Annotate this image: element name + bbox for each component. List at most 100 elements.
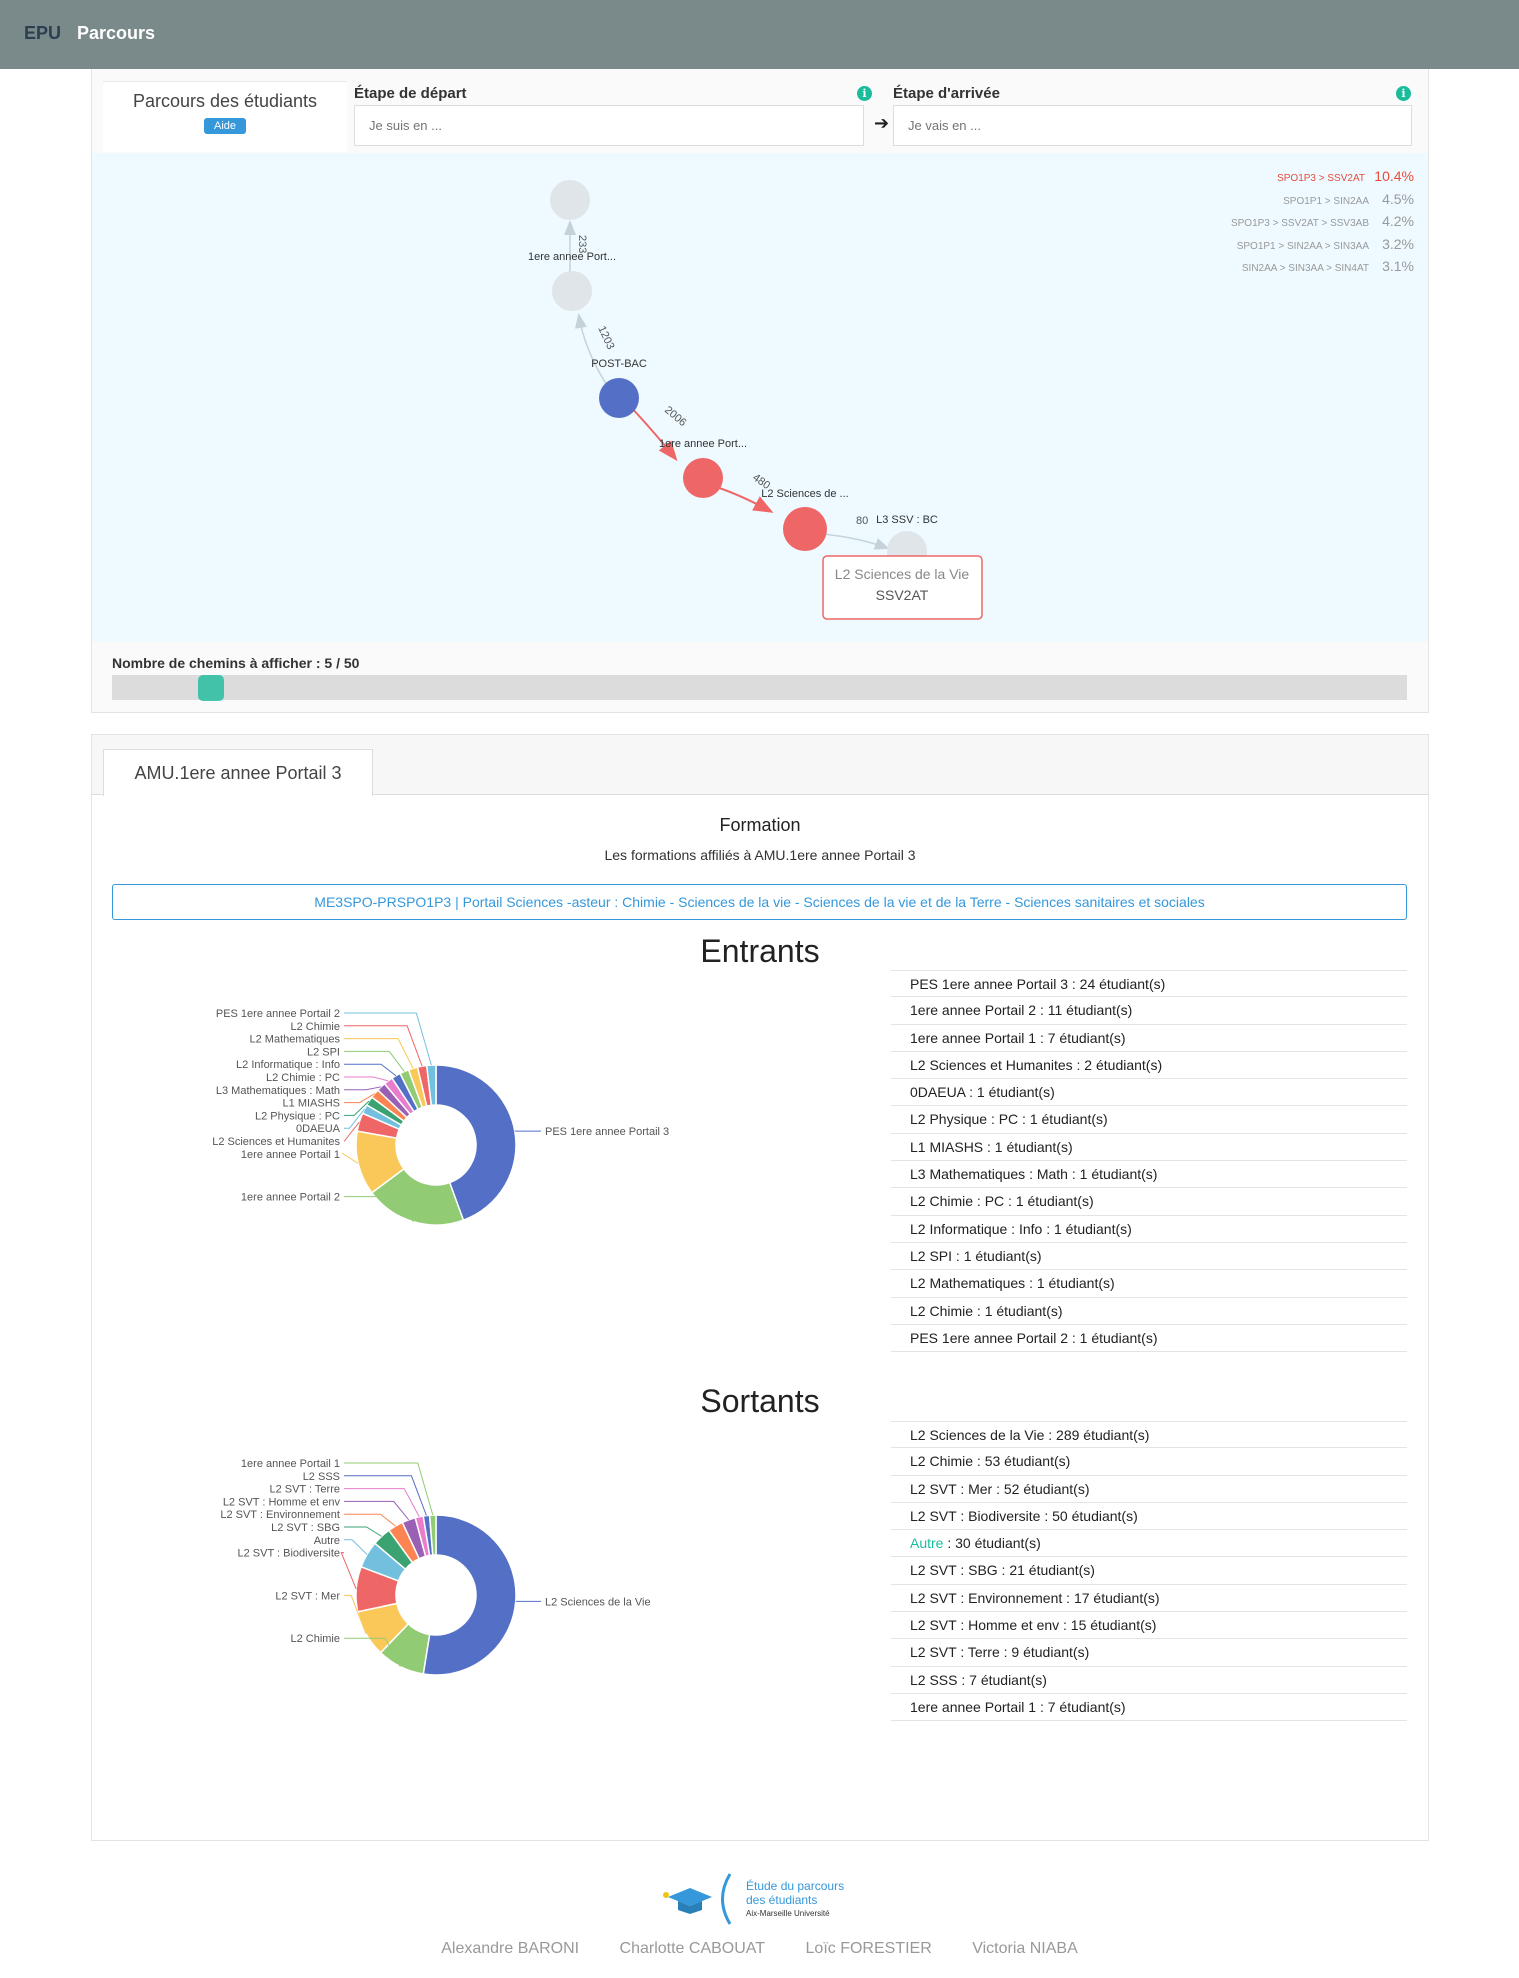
author-name: Charlotte CABOUAT	[619, 1940, 766, 1957]
donut-label: L2 SVT : Terre	[269, 1484, 340, 1496]
label-leader-line	[340, 1552, 357, 1590]
legend-path-2[interactable]: SPO1P1 > SIN2AA	[1283, 196, 1369, 207]
parcours-title: Parcours des étudiants	[132, 91, 318, 111]
label-leader-line	[344, 1475, 427, 1516]
legend-path-5[interactable]: SIN2AA > SIN3AA > SIN4AT	[1242, 263, 1369, 274]
tab-amu-portail-3[interactable]: AMU.1ere annee Portail 3	[103, 749, 373, 796]
donut-label: PES 1ere annee Portail 2	[216, 1008, 340, 1020]
graph-tooltip: L2 Sciences de la Vie SSV2AT	[822, 555, 983, 620]
logo-bracket-icon	[721, 1873, 732, 1925]
label-leader-line	[344, 1050, 405, 1072]
logo-line-3: Aix-Marseille Université	[746, 1909, 830, 1918]
graduation-cap-icon	[663, 1888, 712, 1914]
navbar: EPU Parcours	[0, 0, 1519, 69]
donut-label: L2 Sciences de la Vie	[545, 1596, 651, 1608]
label-leader-line	[344, 1086, 382, 1091]
label-leader-line	[344, 1539, 368, 1555]
legend-path-1[interactable]: SPO1P3 > SSV2AT	[1277, 173, 1365, 184]
graph-node-n4[interactable]	[783, 507, 827, 551]
label-leader-line	[344, 1063, 397, 1077]
graph-node-postbac[interactable]	[599, 378, 639, 418]
legend-pct-4: 3.2%	[1382, 236, 1414, 252]
tooltip-line2: SSV2AT	[876, 587, 929, 603]
donut-label: L2 SVT : Mer	[275, 1590, 340, 1602]
formation-item[interactable]: ME3SPO-PRSPO1P3 | Portail Sciences -aste…	[112, 884, 1407, 920]
entrant-list-item: PES 1ere annee Portail 2 : 1 étudiant(s)	[891, 1325, 1407, 1353]
paths-graph[interactable]: 233 1203 2006 480 80 1ere annee Port... …	[92, 153, 1428, 642]
donut-label: L2 SVT : Homme et env	[223, 1496, 341, 1508]
end-info-icon[interactable]: i	[1396, 86, 1411, 101]
label-leader-line	[344, 1500, 410, 1521]
entrant-list-item: L2 Mathematiques : 1 étudiant(s)	[891, 1270, 1407, 1298]
edge-label-80: 80	[856, 515, 868, 527]
sortant-list-item: Autre : 30 étudiant(s)	[891, 1530, 1407, 1558]
legend-path-4[interactable]: SPO1P1 > SIN2AA > SIN3AA	[1237, 241, 1370, 252]
autre-link[interactable]: Autre	[910, 1535, 943, 1551]
entrant-list-item: L2 SPI : 1 étudiant(s)	[891, 1243, 1407, 1271]
start-input[interactable]	[354, 105, 864, 146]
sortant-list-item: L2 SVT : Environnement : 17 étudiant(s)	[891, 1585, 1407, 1613]
donut-label: 1ere annee Portail 1	[241, 1149, 340, 1161]
legend-pct-2: 4.5%	[1382, 191, 1414, 207]
entrants-list: PES 1ere annee Portail 3 : 24 étudiant(s…	[891, 970, 1407, 1353]
label-leader-line	[344, 1076, 389, 1082]
formation-title: Formation	[719, 815, 801, 835]
start-info-icon[interactable]: i	[857, 86, 872, 101]
entrant-list-item: L2 Physique : PC : 1 étudiant(s)	[891, 1106, 1407, 1134]
graph-node-top[interactable]	[550, 180, 590, 220]
entrant-list-item: L1 MIASHS : 1 étudiant(s)	[891, 1134, 1407, 1162]
sortant-list-item: L2 SSS : 7 étudiant(s)	[891, 1667, 1407, 1694]
legend-path-3[interactable]: SPO1P3 > SSV2AT > SSV3AB	[1231, 218, 1369, 229]
legend-pct-3: 4.2%	[1382, 213, 1414, 229]
entrant-list-item: L2 Chimie : 1 étudiant(s)	[891, 1298, 1407, 1325]
entrant-list-item: L2 Chimie : PC : 1 étudiant(s)	[891, 1188, 1407, 1216]
end-input[interactable]	[893, 105, 1412, 146]
donut-label: L2 SSS	[303, 1471, 340, 1483]
donut-label: PES 1ere annee Portail 3	[545, 1126, 669, 1138]
sortant-list-item: L2 Sciences de la Vie : 289 étudiant(s)	[891, 1421, 1407, 1449]
end-label: Étape d'arrivée	[893, 85, 1000, 102]
start-label: Étape de départ	[354, 85, 467, 102]
sortant-list-item: L2 SVT : SBG : 21 étudiant(s)	[891, 1557, 1407, 1585]
list-item-count: : 30 étudiant(s)	[943, 1535, 1041, 1552]
author-name: Alexandre BARONI	[441, 1940, 580, 1957]
graph-node-n3[interactable]	[683, 458, 723, 498]
slider-label: Nombre de chemins à afficher : 5 / 50	[112, 655, 360, 671]
graph-svg: 233 1203 2006 480 80 1ere annee Port... …	[528, 168, 1414, 620]
entrant-list-item: PES 1ere annee Portail 3 : 24 étudiant(s…	[891, 970, 1407, 998]
donut-label: L2 SVT : Environnement	[220, 1509, 340, 1521]
sortant-list-item: L2 SVT : Biodiversite : 50 étudiant(s)	[891, 1503, 1407, 1531]
help-button[interactable]: Aide	[203, 118, 247, 134]
donut-label: L2 Mathematiques	[250, 1034, 341, 1046]
sortant-list-item: L2 SVT : Homme et env : 15 étudiant(s)	[891, 1612, 1407, 1640]
entrant-list-item: 1ere annee Portail 2 : 11 étudiant(s)	[891, 997, 1407, 1025]
graph-node-label-n5: L3 SSV : BC	[876, 514, 938, 526]
arrow-right-icon: ➔	[874, 113, 890, 133]
label-leader-line	[344, 1488, 420, 1518]
logo-graphic: Étude du parcours des étudiants Aix-Mars…	[663, 1873, 844, 1925]
footer-logo: Étude du parcours des étudiants Aix-Mars…	[660, 1872, 880, 1927]
donut-label: L2 Chimie	[290, 1021, 340, 1033]
donut-label: L2 Chimie	[290, 1633, 340, 1645]
detail-panel: AMU.1ere annee Portail 3 Formation Les f…	[91, 734, 1429, 1841]
paths-slider-track[interactable]	[112, 675, 1407, 700]
sortant-list-item: L2 Chimie : 53 étudiant(s)	[891, 1448, 1407, 1476]
parcours-tab[interactable]: Parcours des étudiants Aide	[103, 81, 347, 152]
entrants-title: Entrants	[700, 933, 820, 969]
edge-label-1203: 1203	[595, 324, 616, 351]
paths-slider-handle[interactable]	[198, 675, 224, 701]
graph-node-n1[interactable]	[552, 271, 592, 311]
donut-slice[interactable]	[422, 1514, 517, 1676]
sortants-donut-chart[interactable]: L2 Sciences de la Vie 1ere annee Portail …	[92, 1425, 852, 1755]
tooltip-line1: L2 Sciences de la Vie	[835, 566, 970, 582]
nav-parcours-link[interactable]: Parcours	[77, 23, 155, 44]
entrant-list-item: 1ere annee Portail 1 : 7 étudiant(s)	[891, 1025, 1407, 1052]
sortant-list-item: L2 SVT : Terre : 9 étudiant(s)	[891, 1639, 1407, 1667]
brand-link[interactable]: EPU	[24, 23, 61, 44]
donut-label: L2 Informatique : Info	[236, 1059, 340, 1071]
sortants-list: L2 Sciences de la Vie : 289 étudiant(s) L…	[891, 1421, 1407, 1722]
author-name: Victoria NIABA	[972, 1940, 1078, 1957]
entrants-donut-chart[interactable]: PES 1ere annee Portail 3 PES 1ere annee P…	[92, 975, 852, 1305]
donut-label: L2 Sciences et Humanites	[212, 1136, 340, 1148]
label-leader-line	[344, 1025, 423, 1067]
